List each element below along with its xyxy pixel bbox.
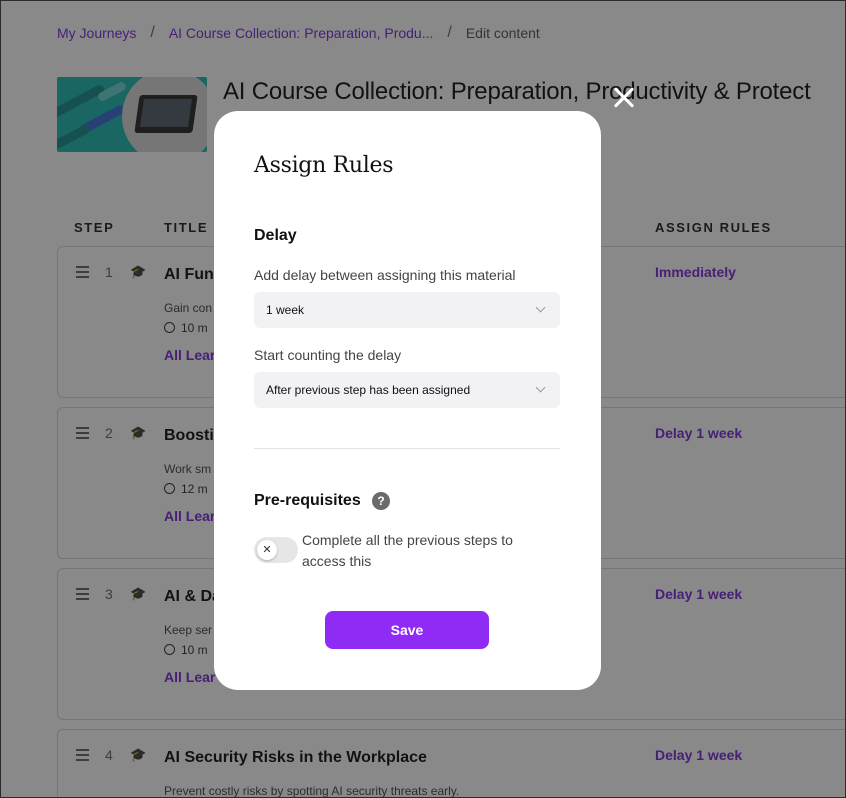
- divider: [254, 448, 560, 449]
- close-icon[interactable]: [609, 83, 639, 113]
- count-delay-select-value: After previous step has been assigned: [266, 383, 471, 397]
- chevron-down-icon: [535, 302, 546, 313]
- prerequisites-toggle[interactable]: ✕: [254, 537, 298, 563]
- assign-rules-modal: Assign Rules Delay Add delay between ass…: [214, 111, 601, 690]
- delay-heading: Delay: [254, 227, 297, 244]
- prerequisites-toggle-label: Complete all the previous steps to acces…: [302, 532, 513, 569]
- delay-select-value: 1 week: [266, 303, 305, 317]
- chevron-down-icon: [535, 382, 546, 393]
- delay-label: Add delay between assigning this materia…: [254, 267, 516, 283]
- page: My Journeys / AI Course Collection: Prep…: [0, 0, 846, 798]
- modal-title: Assign Rules: [254, 153, 394, 178]
- count-delay-label: Start counting the delay: [254, 347, 402, 363]
- prerequisites-heading: Pre-requisites: [254, 492, 361, 509]
- save-button[interactable]: Save: [325, 611, 489, 649]
- toggle-off-icon: ✕: [257, 540, 277, 560]
- count-delay-select[interactable]: After previous step has been assigned: [254, 372, 560, 408]
- help-icon[interactable]: ?: [372, 492, 390, 510]
- delay-select[interactable]: 1 week: [254, 292, 560, 328]
